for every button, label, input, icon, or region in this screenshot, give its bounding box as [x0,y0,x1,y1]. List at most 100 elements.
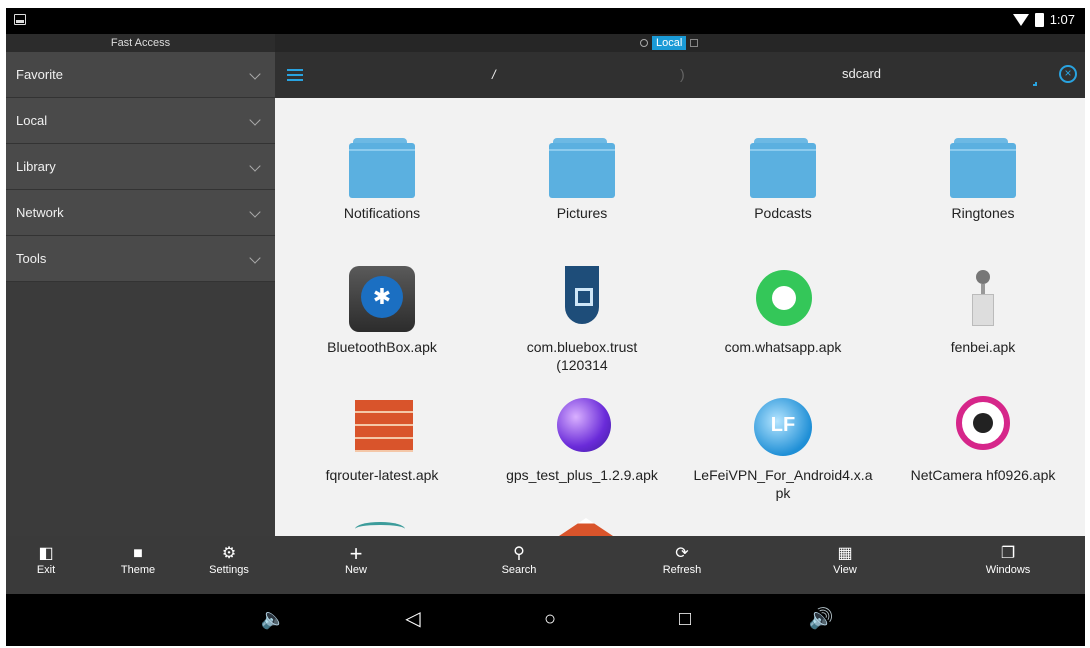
chevron-down-icon [249,206,261,218]
file-name: BluetoothBox.apk [327,339,437,355]
back-icon[interactable]: ◁ [398,607,428,631]
lefei-vpn-icon [750,394,816,460]
file-name: fenbei.apk [950,339,1016,355]
refresh-icon: ⟳ [675,545,689,562]
sound-meter-icon [950,266,1016,332]
sidebar-item-label: Local [16,113,48,128]
path-root[interactable]: / [492,67,496,82]
home-icon[interactable]: ○ [535,607,565,631]
sidebar-item-favorite[interactable]: Favorite [6,52,275,98]
tshirt-icon: ■ [133,545,143,562]
volume-down-icon[interactable]: 🔈 [258,607,288,631]
refresh-label: Refresh [662,564,702,576]
tab-refresh-icon[interactable] [640,39,648,47]
settings-label: Settings [209,564,249,576]
close-icon[interactable]: × [1059,65,1077,83]
partial-app-icon [355,522,405,536]
file-item[interactable]: LeFeiVPN_For_Android4.x.apk [683,394,883,502]
partial-app-icon [559,518,613,536]
new-button[interactable]: + New [326,541,386,577]
sidebar-item-local[interactable]: Local [6,98,275,144]
plus-icon: + [349,541,363,566]
file-item[interactable]: NetCamera hf0926.apk [883,394,1083,484]
menu-icon[interactable] [287,69,303,81]
status-icons: 1:07 [1012,12,1075,27]
globe-icon [549,394,615,460]
exit-icon: ◧ [38,545,54,562]
search-icon: ⚲ [513,545,525,562]
fast-access-sidebar: Fast Access Favorite Local Library Netwo… [6,34,275,536]
file-name: NetCamera hf0926.apk [910,467,1056,483]
sidebar-header: Fast Access [6,34,275,52]
sidebar-item-label: Network [16,205,64,220]
file-item[interactable]: BluetoothBox.apk [282,266,482,356]
sidebar-item-tools[interactable]: Tools [6,236,275,282]
exit-label: Exit [36,564,56,576]
sidebar-item-network[interactable]: Network [6,190,275,236]
file-name: fqrouter-latest.apk [325,467,439,483]
status-bar: 1:07 [6,8,1085,34]
tab-overview-icon[interactable] [690,39,699,47]
theme-button[interactable]: ■ Theme [108,544,168,576]
file-item[interactable]: Notifications [282,138,482,222]
clock: 1:07 [1049,12,1075,27]
gear-icon: ⚙ [221,545,237,562]
search-button[interactable]: ⚲ Search [489,544,549,576]
file-item[interactable]: com.bluebox.trust (120314 [482,266,682,374]
sidebar-item-label: Tools [16,251,47,266]
file-name: com.bluebox.trust (120314 [526,339,638,373]
file-name: com.whatsapp.apk [724,339,842,355]
window-tabs: Local [275,34,1085,52]
file-name: Notifications [343,205,421,221]
view-label: View [833,564,857,576]
file-name: Podcasts [754,205,812,221]
bluebox-shield-icon [549,266,615,332]
file-name: Ringtones [951,205,1015,221]
file-item[interactable]: gps_test_plus_1.2.9.apk [482,394,682,484]
file-item[interactable]: fenbei.apk [883,266,1083,356]
corner-indicator-icon [1033,82,1037,86]
file-name: Pictures [556,205,608,221]
app-window: 1:07 Fast Access Favorite Local Library … [6,8,1085,646]
file-item[interactable]: Podcasts [683,138,883,222]
bottom-toolbar: ◧ Exit ■ Theme ⚙ Settings + New ⚲ Search… [6,536,1085,594]
view-button[interactable]: ▦ View [815,544,875,576]
sidebar-item-library[interactable]: Library [6,144,275,190]
new-label: New [344,564,367,576]
sidebar-item-label: Library [16,159,56,174]
path-current[interactable]: sdcard [842,66,881,81]
whatsapp-icon [750,266,816,332]
recents-icon[interactable]: □ [670,607,700,631]
file-item[interactable]: Ringtones [883,138,1083,222]
screenshot-icon [14,14,26,25]
file-item[interactable]: Pictures [482,138,682,222]
bluetooth-app-icon [349,266,415,332]
path-separator: ) [680,66,685,82]
chevron-down-icon [249,160,261,172]
folder-icon [549,138,615,198]
path-bar: / ) sdcard × [275,52,1085,98]
tab-local[interactable]: Local [652,36,687,50]
navigation-bar: 🔈 ◁ ○ □ 🔊 [6,594,1085,646]
chevron-down-icon [249,252,261,264]
camera-lens-icon [950,394,1016,460]
brick-wall-icon [349,394,415,460]
search-label: Search [501,564,537,576]
wifi-icon [1012,13,1029,26]
settings-button[interactable]: ⚙ Settings [199,544,259,576]
folder-icon [750,138,816,198]
file-grid: Notifications Pictures Podcasts Ringtone… [275,98,1085,536]
file-item[interactable]: fqrouter-latest.apk [282,394,482,484]
refresh-button[interactable]: ⟳ Refresh [652,544,712,576]
windows-label: Windows [985,564,1031,576]
battery-icon [1034,12,1044,27]
folder-icon [950,138,1016,198]
theme-label: Theme [120,564,156,576]
windows-icon: ❐ [1000,545,1016,562]
exit-button[interactable]: ◧ Exit [16,544,76,576]
folder-icon [349,138,415,198]
file-item[interactable]: com.whatsapp.apk [683,266,883,356]
volume-up-icon[interactable]: 🔊 [806,607,836,631]
windows-button[interactable]: ❐ Windows [978,544,1038,576]
chevron-down-icon [249,68,261,80]
